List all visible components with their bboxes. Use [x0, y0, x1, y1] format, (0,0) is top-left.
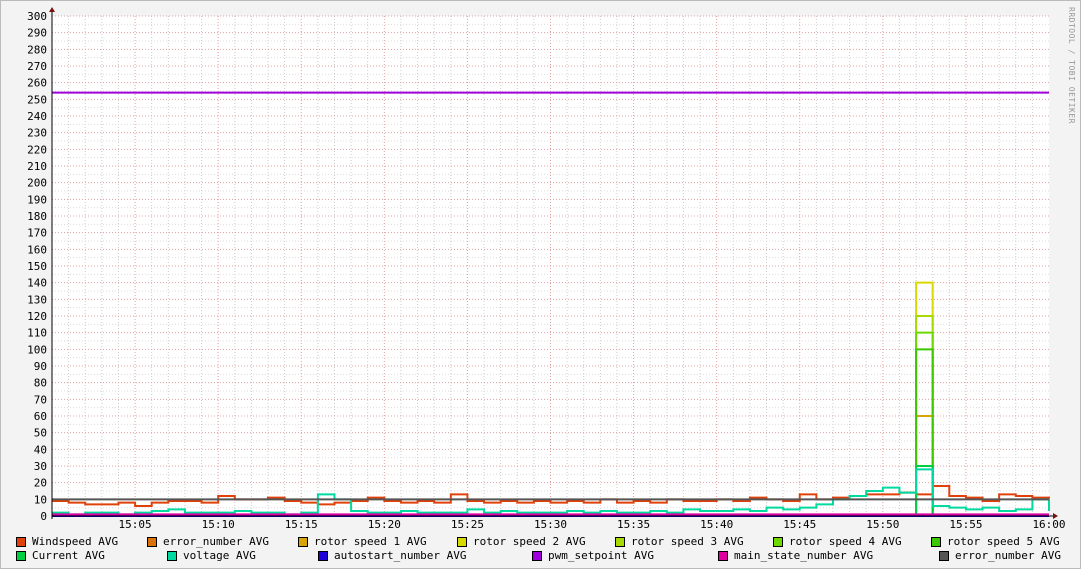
legend-item: autostart_number AVG: [318, 549, 466, 562]
legend-swatch: [532, 550, 542, 561]
y-axis-arrow-icon: [49, 7, 55, 12]
legend-label: error_number AVG: [163, 535, 269, 548]
legend-swatch: [318, 550, 328, 561]
y-tick-label: 120: [27, 310, 47, 323]
x-tick-label: 15:05: [119, 518, 152, 531]
legend-label: rotor speed 4 AVG: [789, 535, 902, 548]
x-tick-label: 15:30: [534, 518, 567, 531]
y-tick-label: 70: [34, 393, 47, 406]
rrd-graph: 0 10 20 30 40 50 60 70 80 90 100 110 120 130 140 150 160…: [0, 0, 1081, 569]
x-tick-label: 15:25: [451, 518, 484, 531]
legend-item: pwm_setpoint AVG: [532, 549, 654, 562]
y-tick-label: 60: [34, 410, 47, 423]
legend-swatch: [615, 536, 625, 547]
y-tick-label: 50: [34, 427, 47, 440]
legend-item: rotor speed 1 AVG: [298, 535, 427, 548]
x-tick-label: 16:00: [1032, 518, 1065, 531]
legend-swatch: [298, 536, 308, 547]
legend-item: Current AVG: [16, 549, 105, 562]
legend-item: main_state_number AVG: [718, 549, 873, 562]
y-tick-label: 190: [27, 193, 47, 206]
legend-item: error_number AVG: [939, 549, 1061, 562]
legend-item: rotor speed 4 AVG: [773, 535, 902, 548]
legend-label: main_state_number AVG: [734, 549, 874, 562]
y-tick-label: 0: [40, 510, 47, 523]
x-tick-label: 15:10: [202, 518, 235, 531]
y-tick-label: 170: [27, 227, 47, 240]
y-tick-label: 30: [34, 460, 47, 473]
y-tick-label: 80: [34, 377, 47, 390]
legend-label: Current AVG: [32, 549, 105, 562]
x-tick-label: 15:40: [700, 518, 733, 531]
legend-label: Windspeed AVG: [32, 535, 119, 548]
y-tick-label: 210: [27, 160, 47, 173]
x-tick-label: 15:55: [949, 518, 982, 531]
y-tick-label: 260: [27, 77, 47, 90]
y-tick-label: 150: [27, 260, 47, 273]
y-tick-label: 290: [27, 27, 47, 40]
legend-label: voltage AVG: [183, 549, 256, 562]
x-tick-label: 15:20: [368, 518, 401, 531]
legend-swatch: [457, 536, 467, 547]
legend-item: rotor speed 2 AVG: [457, 535, 586, 548]
legend-item: rotor speed 3 AVG: [615, 535, 744, 548]
x-tick-label: 15:15: [285, 518, 318, 531]
legend-swatch: [16, 536, 26, 547]
legend-label: rotor speed 5 AVG: [947, 535, 1060, 548]
y-tick-label: 160: [27, 243, 47, 256]
y-tick-label: 140: [27, 277, 47, 290]
legend-label: error_number AVG: [955, 549, 1061, 562]
x-tick-label: 15:50: [866, 518, 899, 531]
plot-area: 0 10 20 30 40 50 60 70 80 90 100 110 120 130 140 150 160…: [27, 7, 1066, 531]
legend-item: Windspeed AVG: [16, 535, 118, 548]
legend-swatch: [147, 536, 157, 547]
legend-item: error_number AVG: [147, 535, 269, 548]
y-tick-label: 300: [27, 10, 47, 23]
x-tick-label: 15:45: [783, 518, 816, 531]
legend-label: rotor speed 2 AVG: [473, 535, 586, 548]
y-tick-label: 220: [27, 143, 47, 156]
watermark: RRDTOOL / TOBI OETIKER: [1067, 7, 1076, 124]
y-tick-label: 110: [27, 327, 47, 340]
legend-swatch: [16, 550, 26, 561]
legend-swatch: [167, 550, 177, 561]
legend-label: rotor speed 1 AVG: [314, 535, 427, 548]
y-tick-label: 270: [27, 60, 47, 73]
y-tick-label: 90: [34, 360, 47, 373]
y-tick-label: 10: [34, 493, 47, 506]
legend-label: pwm_setpoint AVG: [548, 549, 654, 562]
y-tick-label: 20: [34, 477, 47, 490]
y-tick-label: 240: [27, 110, 47, 123]
y-tick-label: 100: [27, 343, 47, 356]
y-tick-label: 130: [27, 293, 47, 306]
y-tick-label: 180: [27, 210, 47, 223]
y-tick-label: 230: [27, 127, 47, 140]
y-tick-label: 40: [34, 443, 47, 456]
legend-item: rotor speed 5 AVG: [931, 535, 1060, 548]
legend-label: rotor speed 3 AVG: [631, 535, 744, 548]
legend-item: voltage AVG: [167, 549, 256, 562]
legend-swatch: [939, 550, 949, 561]
legend-label: autostart_number AVG: [334, 549, 467, 562]
legend-swatch: [773, 536, 783, 547]
legend-swatch: [718, 550, 728, 561]
x-tick-label: 15:35: [617, 518, 650, 531]
y-tick-label: 200: [27, 177, 47, 190]
y-tick-label: 250: [27, 93, 47, 106]
legend-swatch: [931, 536, 941, 547]
y-tick-label: 280: [27, 43, 47, 56]
